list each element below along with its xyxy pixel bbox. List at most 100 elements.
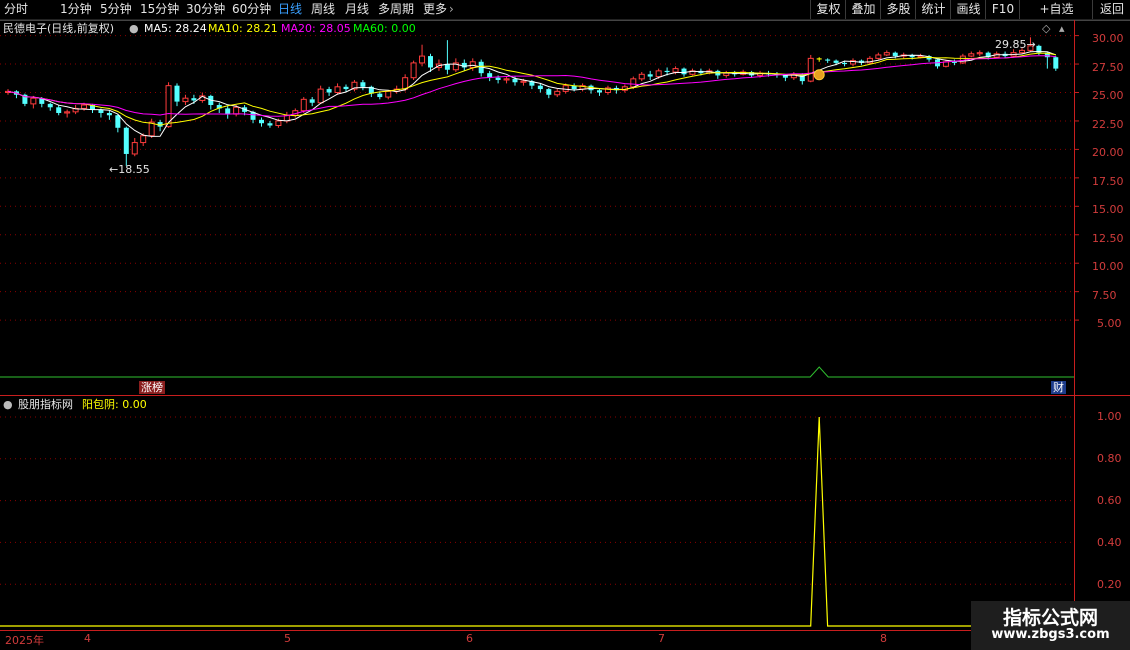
candle-body [410,62,417,79]
price-tick: 5.00 [1097,317,1122,330]
signal-coin-icon [813,69,825,81]
candle-body [81,104,88,109]
candle-body [191,98,197,101]
candle-body [259,119,264,124]
candle-body [959,55,966,64]
candle-body [64,111,71,114]
candle-body [140,135,147,144]
price-tick: 25.00 [1092,89,1124,102]
candle-body [512,78,518,83]
ma-lines [0,50,1074,378]
indicator-source: 股朋指标网 [18,398,73,411]
candle-body [883,52,890,56]
candle-body [664,70,670,73]
diamond-icon[interactable]: ◇ [1042,22,1050,36]
price-tick: 20.00 [1092,146,1124,159]
candle-body [56,107,62,113]
indicator-tick: 0.40 [1097,536,1122,549]
high-price-value: 29.85 [995,38,1027,51]
finance-tag[interactable]: 财 [1051,381,1066,394]
candle-body [807,57,814,82]
chart-mode: (日线,前复权) [47,22,115,35]
indicator-tick: 1.00 [1097,410,1122,423]
candle-body [30,97,37,105]
candle-body [360,82,366,87]
candle-body [842,62,848,65]
indicator-tick: 0.20 [1097,578,1122,591]
candle-body [655,70,662,78]
candle-body [597,90,602,93]
candle-body [782,75,788,78]
time-label-month: 4 [84,632,91,645]
candle-body [47,103,53,108]
candle-body [833,60,839,63]
candle-body [233,106,240,115]
price-tick: 15.00 [1092,203,1124,216]
indicator-toggle-icon[interactable]: ● [3,398,13,412]
candle-body [182,97,189,103]
candle-body [385,90,392,98]
watermark: 指标公式网 www.zbgs3.com [971,601,1130,650]
price-tick: 22.50 [1092,118,1124,131]
candle-body [681,68,687,75]
indicator-line [0,416,1074,627]
candle-body [317,88,324,104]
candle-body [131,142,138,155]
candle-body [723,72,730,76]
price-tick: 17.50 [1092,175,1124,188]
candle-body [495,77,501,80]
indicator-tick: 0.60 [1097,494,1122,507]
price-tick: 12.50 [1092,232,1124,245]
chart-grid [0,35,1079,585]
candle-body [976,52,983,55]
time-label-month: 7 [658,632,665,645]
candle-body [1053,57,1059,69]
candle-body [377,93,383,98]
chart-canvas [0,35,1079,627]
candle-body [334,86,341,93]
price-tick: 30.00 [1092,32,1124,45]
ma10-label: MA10: 28.21 [208,22,278,35]
time-axis-line [0,630,1130,631]
watermark-url: www.zbgs3.com [991,627,1110,642]
watermark-title: 指标公式网 [1002,607,1098,629]
candle-body [309,99,315,103]
settings-circle-icon[interactable]: ● [129,22,139,36]
candle-body [892,52,898,57]
candle-body [225,108,231,115]
toolbar-divider [0,20,1130,21]
price-tick: 7.50 [1092,289,1117,302]
time-label-year: 2025年 [5,634,44,647]
candle-body [343,86,349,90]
candle-body [115,115,121,128]
candle-body [419,55,426,64]
candle-body [469,61,476,68]
candle-body [537,85,543,90]
stock-title: 民德电子(日线,前复权) [3,22,114,36]
candle-body [174,85,180,102]
indicator-tick: 0.80 [1097,452,1122,465]
candle-body [672,68,679,73]
candle-body [428,56,433,68]
candle-body [106,112,112,116]
limit-up-tag[interactable]: 涨榜 [139,381,165,394]
candle-series [5,37,1059,166]
collapse-up-icon[interactable]: ▴ [1059,22,1065,36]
candle-body [123,127,129,154]
candle-body [267,123,273,126]
candle-body [326,89,332,93]
candle-body [825,59,831,61]
candle-body [546,89,552,95]
candle-body [816,58,822,60]
price-axis-line [1074,20,1075,650]
candle-body [647,74,653,77]
candle-body [562,85,569,92]
candle-body [875,54,882,59]
high-price-label: 29.85→ [995,38,1036,51]
candle-body [630,78,637,88]
stock-name: 民德电子 [3,22,47,35]
ma5-label: MA5: 28.24 [144,22,207,35]
candle-body [917,55,924,58]
candle-body [402,77,409,90]
price-tick: 10.00 [1092,260,1124,273]
